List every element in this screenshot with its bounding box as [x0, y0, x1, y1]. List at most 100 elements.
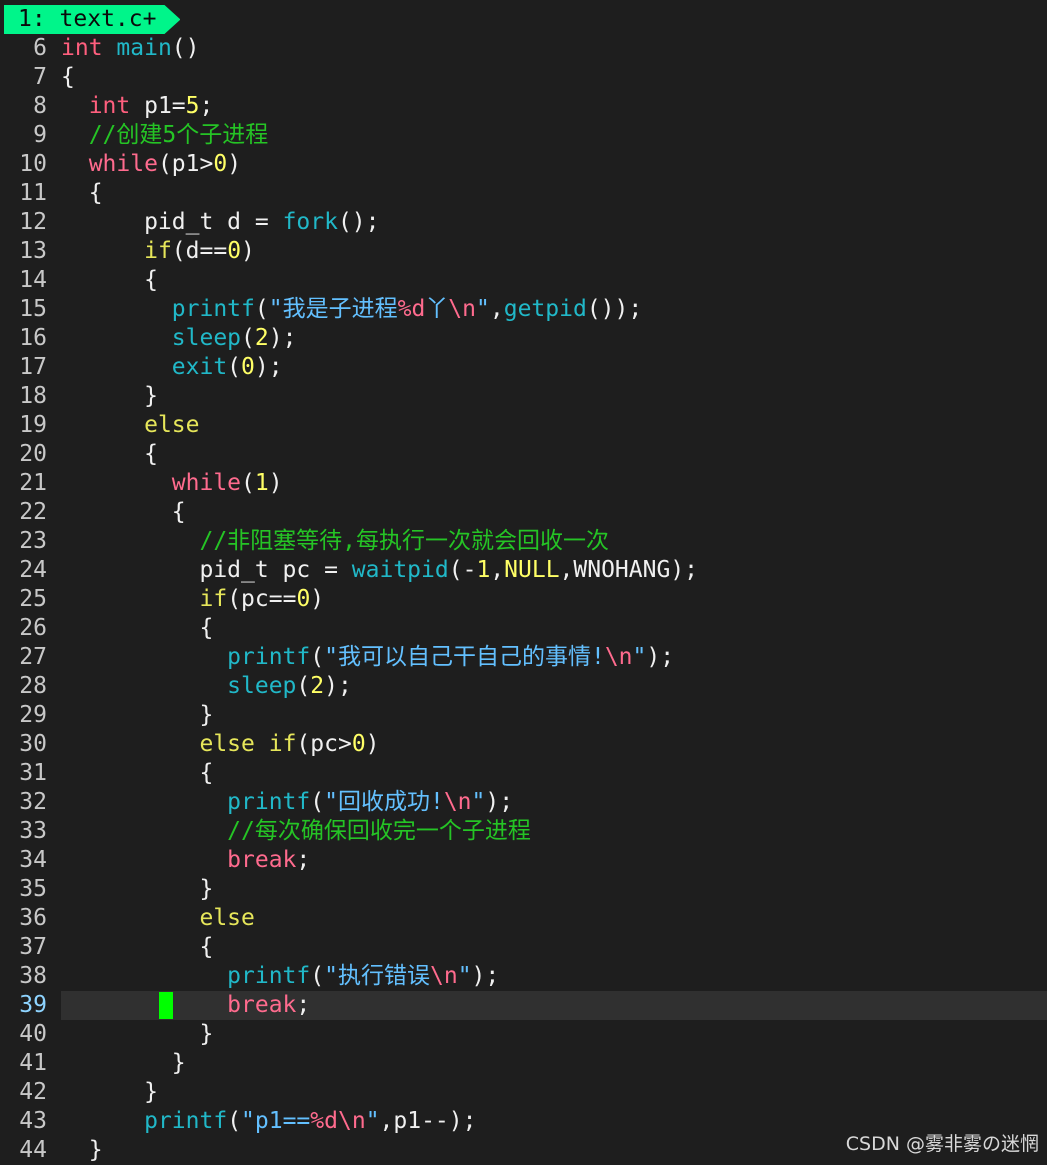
- code-line[interactable]: 22 {: [0, 498, 1047, 527]
- line-number: 31: [19, 760, 47, 786]
- code-token: //创建5个子进程: [88, 122, 269, 148]
- code-token: \n: [604, 644, 633, 670]
- tab-active-file[interactable]: 1: text.c+: [4, 5, 180, 34]
- code-token: p1=: [130, 93, 186, 119]
- line-number: 30: [19, 731, 47, 757]
- code-token: }: [61, 1050, 186, 1076]
- code-line[interactable]: 40 }: [0, 1020, 1047, 1049]
- line-code: while(p1>0): [61, 150, 241, 179]
- code-line[interactable]: 33 //每次确保回收完一个子进程: [0, 817, 1047, 846]
- line-number: 17: [19, 354, 47, 380]
- code-line[interactable]: 16 sleep(2);: [0, 324, 1047, 353]
- code-token: {: [61, 499, 186, 525]
- code-token: 5: [185, 93, 200, 119]
- line-code: {: [61, 266, 158, 295]
- line-number: 26: [19, 615, 47, 641]
- code-line[interactable]: 18 }: [0, 382, 1047, 411]
- code-line[interactable]: 26 {: [0, 614, 1047, 643]
- code-token: NULL: [504, 557, 560, 583]
- code-token: ": [632, 644, 647, 670]
- code-line[interactable]: 23 //非阻塞等待,每执行一次就会回收一次: [0, 527, 1047, 556]
- code-line[interactable]: 6 int main(): [0, 34, 1047, 63]
- code-token: ): [365, 731, 380, 757]
- code-token: %d: [397, 296, 426, 322]
- code-line[interactable]: 27 printf("我可以自己干自己的事情!\n");: [0, 643, 1047, 672]
- code-line[interactable]: 25 if(pc==0): [0, 585, 1047, 614]
- line-code: printf("执行错误\n");: [61, 962, 499, 991]
- code-line[interactable]: 28 sleep(2);: [0, 672, 1047, 701]
- line-code: sleep(2);: [61, 672, 352, 701]
- code-token: ): [268, 470, 283, 496]
- code-line[interactable]: 7{: [0, 63, 1047, 92]
- line-number: 16: [19, 325, 47, 351]
- line-number: 32: [19, 789, 47, 815]
- code-token: printf: [227, 644, 311, 670]
- code-token: pid_t d =: [61, 209, 283, 235]
- code-token: waitpid: [351, 557, 449, 583]
- code-token: ): [227, 151, 242, 177]
- code-token: ,WNOHANG);: [559, 557, 699, 583]
- code-line[interactable]: 41 }: [0, 1049, 1047, 1078]
- code-token: 0: [227, 238, 242, 264]
- code-token: }: [61, 1079, 158, 1105]
- code-line[interactable]: 19 else: [0, 411, 1047, 440]
- code-line[interactable]: 13 if(d==0): [0, 237, 1047, 266]
- line-code: //非阻塞等待,每执行一次就会回收一次: [61, 527, 609, 556]
- code-line[interactable]: 24 pid_t pc = waitpid(-1,NULL,WNOHANG);: [0, 556, 1047, 585]
- code-token: ,: [489, 296, 504, 322]
- line-code: {: [61, 933, 213, 962]
- code-token: 0: [241, 354, 255, 380]
- code-editor[interactable]: 6 int main() 7{8 int p1=5; 9 //创建5个子进程 10 wh…: [0, 34, 1047, 1165]
- code-line[interactable]: 29 }: [0, 701, 1047, 730]
- line-number: 6: [33, 35, 47, 61]
- code-token: sleep: [227, 673, 297, 699]
- line-number: 34: [19, 847, 47, 873]
- code-line[interactable]: 20 {: [0, 440, 1047, 469]
- code-line[interactable]: 15 printf("我是子进程%d丫\n",getpid());: [0, 295, 1047, 324]
- line-code: }: [61, 382, 158, 411]
- code-token: ): [310, 586, 325, 612]
- code-token: fork: [282, 209, 338, 235]
- code-line-current[interactable]: 39 break;: [0, 991, 1047, 1020]
- code-line[interactable]: 9 //创建5个子进程: [0, 121, 1047, 150]
- code-line[interactable]: 38 printf("执行错误\n");: [0, 962, 1047, 991]
- code-line[interactable]: 35 }: [0, 875, 1047, 904]
- line-code: {: [61, 759, 213, 788]
- code-token: //每次确保回收完一个子进程: [227, 818, 531, 844]
- code-line[interactable]: 14 {: [0, 266, 1047, 295]
- code-token: }: [61, 876, 214, 902]
- code-line[interactable]: 36 else: [0, 904, 1047, 933]
- code-line[interactable]: 11 {: [0, 179, 1047, 208]
- code-line[interactable]: 32 printf("回收成功!\n");: [0, 788, 1047, 817]
- line-code: {: [61, 614, 213, 643]
- code-line[interactable]: 31 {: [0, 759, 1047, 788]
- code-token: ": [476, 296, 490, 322]
- code-token: ,p1--);: [379, 1108, 477, 1134]
- code-token: ;: [296, 847, 311, 873]
- code-token: if: [144, 238, 172, 264]
- code-token: 2: [310, 673, 325, 699]
- code-line[interactable]: 21 while(1): [0, 469, 1047, 498]
- text-cursor: [159, 992, 173, 1019]
- code-token: {: [61, 615, 214, 641]
- code-line[interactable]: 30 else if(pc>0): [0, 730, 1047, 759]
- code-token: "我可以自己干自己的事情!: [324, 644, 605, 670]
- line-number: 41: [19, 1050, 47, 1076]
- code-line[interactable]: 42 }: [0, 1078, 1047, 1107]
- line-number: 9: [33, 122, 47, 148]
- line-number: 20: [19, 441, 47, 467]
- code-token: while: [88, 151, 158, 177]
- code-line[interactable]: 12 pid_t d = fork();: [0, 208, 1047, 237]
- code-line[interactable]: 10 while(p1>0): [0, 150, 1047, 179]
- code-line[interactable]: 8 int p1=5;: [0, 92, 1047, 121]
- line-code: }: [61, 1136, 103, 1165]
- code-token: \n: [448, 296, 476, 322]
- code-line[interactable]: 37 {: [0, 933, 1047, 962]
- code-line[interactable]: 17 exit(0);: [0, 353, 1047, 382]
- code-line[interactable]: 34 break;: [0, 846, 1047, 875]
